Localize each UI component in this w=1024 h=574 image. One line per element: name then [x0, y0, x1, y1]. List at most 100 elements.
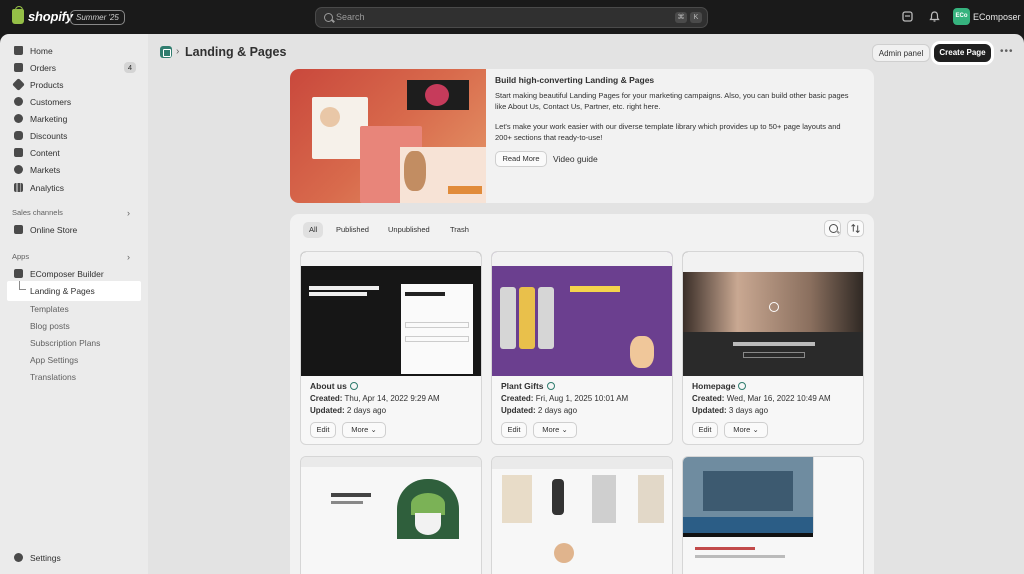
create-page-button[interactable]: Create Page — [934, 44, 991, 62]
sidebar-item-orders[interactable]: Orders 4 — [0, 59, 148, 76]
tab-trash[interactable]: Trash — [444, 222, 475, 238]
page-created: Created: Thu, Apr 14, 2022 9:29 AM — [310, 394, 440, 403]
page-thumbnail[interactable] — [682, 456, 864, 574]
discount-icon — [14, 131, 23, 140]
promo-description-2: Let's make your work easier with our div… — [495, 122, 841, 142]
pages-list-card: All Published Unpublished Trash About us — [290, 214, 874, 574]
search-placeholder: Search — [336, 12, 365, 22]
search-icon — [829, 224, 838, 233]
search-input[interactable]: Search ⌘ K — [315, 7, 708, 28]
chevron-down-icon: ⌄ — [370, 425, 377, 434]
page-title: Plant Gifts — [501, 381, 555, 391]
page-title: About us — [310, 381, 358, 391]
sidebar-item-markets[interactable]: Markets — [0, 161, 148, 178]
main-content: › Landing & Pages Admin panel Create Pag… — [148, 34, 1024, 574]
more-button[interactable]: More ⌄ — [533, 422, 577, 438]
sidebar-item-label: EComposer Builder — [30, 268, 104, 279]
ecomposer-app-icon — [14, 269, 23, 278]
published-check-icon — [349, 382, 358, 390]
edit-button[interactable]: Edit — [310, 422, 336, 438]
page-thumbnail — [492, 252, 672, 376]
search-button[interactable] — [824, 220, 841, 237]
sidebar-item-label: Home — [30, 45, 53, 56]
page-updated: Updated: 2 days ago — [501, 406, 578, 415]
season-badge: Summer '25 — [70, 10, 125, 25]
tab-all[interactable]: All — [303, 222, 324, 238]
promo-description: Start making beautiful Landing Pages for… — [495, 91, 849, 111]
search-icon — [324, 13, 333, 22]
page-card[interactable]: Plant Gifts Created: Fri, Aug 1, 2025 10… — [491, 251, 673, 445]
inbox-icon[interactable] — [902, 11, 913, 22]
sidebar-sub-translations[interactable]: Translations — [30, 372, 76, 382]
sidebar-item-online-store[interactable]: Online Store — [0, 221, 148, 238]
published-check-icon — [738, 382, 747, 390]
chevron-right-icon[interactable]: › — [127, 208, 130, 218]
sidebar-sub-app-settings[interactable]: App Settings — [30, 355, 78, 365]
store-avatar[interactable]: ECo — [953, 8, 970, 25]
tag-icon — [12, 78, 25, 91]
sidebar-item-customers[interactable]: Customers — [0, 93, 148, 110]
sidebar-item-label: Products — [30, 79, 64, 90]
sidebar-item-label: Marketing — [30, 113, 68, 124]
store-name[interactable]: EComposer — [973, 12, 1021, 22]
sidebar-item-discounts[interactable]: Discounts — [0, 127, 148, 144]
page-created: Created: Wed, Mar 16, 2022 10:49 AM — [692, 394, 831, 403]
admin-panel-button[interactable]: Admin panel — [872, 44, 930, 62]
page-card[interactable]: Homepage Created: Wed, Mar 16, 2022 10:4… — [682, 251, 864, 445]
sidebar-item-content[interactable]: Content — [0, 144, 148, 161]
promo-title: Build high-converting Landing & Pages — [495, 75, 655, 85]
sidebar-item-analytics[interactable]: Analytics — [0, 179, 148, 196]
sidebar-item-home[interactable]: Home — [0, 42, 148, 59]
sidebar-item-settings[interactable]: Settings — [0, 549, 148, 566]
store-icon — [14, 225, 23, 234]
sidebar-item-marketing[interactable]: Marketing — [0, 110, 148, 127]
sidebar-sub-templates[interactable]: Templates — [30, 304, 69, 314]
sort-icon — [851, 223, 860, 234]
read-more-button[interactable]: Read More — [495, 151, 547, 167]
home-icon — [14, 46, 23, 55]
brand-name: shopify — [28, 9, 73, 24]
sidebar-sub-subscription-plans[interactable]: Subscription Plans — [30, 338, 100, 348]
tab-unpublished[interactable]: Unpublished — [382, 222, 436, 238]
apps-title: Apps — [12, 252, 30, 261]
more-button[interactable]: More ⌄ — [724, 422, 768, 438]
sort-button[interactable] — [847, 220, 864, 237]
chevron-right-icon[interactable]: › — [127, 252, 130, 262]
page-card[interactable]: About us Created: Thu, Apr 14, 2022 9:29… — [300, 251, 482, 445]
video-guide-link[interactable]: Video guide — [553, 154, 598, 164]
content-icon — [14, 148, 23, 157]
sidebar-item-ecomposer[interactable]: EComposer Builder — [0, 265, 148, 282]
sidebar-item-label: Customers — [30, 96, 72, 107]
chart-icon — [14, 183, 23, 192]
sidebar-item-label: Markets — [30, 164, 61, 175]
edit-button[interactable]: Edit — [692, 422, 718, 438]
globe-icon — [14, 165, 23, 174]
tab-published[interactable]: Published — [330, 222, 375, 238]
page-thumbnail — [301, 252, 481, 376]
sidebar: Home Orders 4 Products Customers Marketi… — [0, 34, 148, 574]
cmd-key-icon: ⌘ — [675, 12, 687, 23]
sales-channels-title: Sales channels — [12, 208, 63, 217]
published-check-icon — [546, 382, 555, 390]
page-title: Homepage — [692, 381, 747, 391]
page-thumbnail[interactable] — [300, 456, 482, 574]
promo-image — [290, 69, 486, 203]
page-thumbnail[interactable] — [491, 456, 673, 574]
page-title: Landing & Pages — [185, 45, 287, 59]
sidebar-sub-landing-pages[interactable]: Landing & Pages — [30, 286, 95, 296]
sidebar-item-label: Orders — [30, 62, 56, 73]
shopify-logo[interactable]: shopify — [12, 6, 73, 24]
more-actions-icon[interactable]: ••• — [1000, 46, 1014, 57]
bell-icon[interactable] — [929, 11, 940, 22]
page-updated: Updated: 3 days ago — [692, 406, 769, 415]
edit-button[interactable]: Edit — [501, 422, 527, 438]
sidebar-item-products[interactable]: Products — [0, 76, 148, 93]
person-icon — [14, 97, 23, 106]
more-button[interactable]: More ⌄ — [342, 422, 386, 438]
orders-count-badge: 4 — [123, 62, 136, 73]
page-updated: Updated: 2 days ago — [310, 406, 387, 415]
page-thumbnail — [683, 252, 863, 376]
top-bar: shopify Summer '25 Search ⌘ K ECo ECompo… — [0, 0, 1024, 34]
orders-icon — [14, 63, 23, 72]
sidebar-sub-blog-posts[interactable]: Blog posts — [30, 321, 70, 331]
